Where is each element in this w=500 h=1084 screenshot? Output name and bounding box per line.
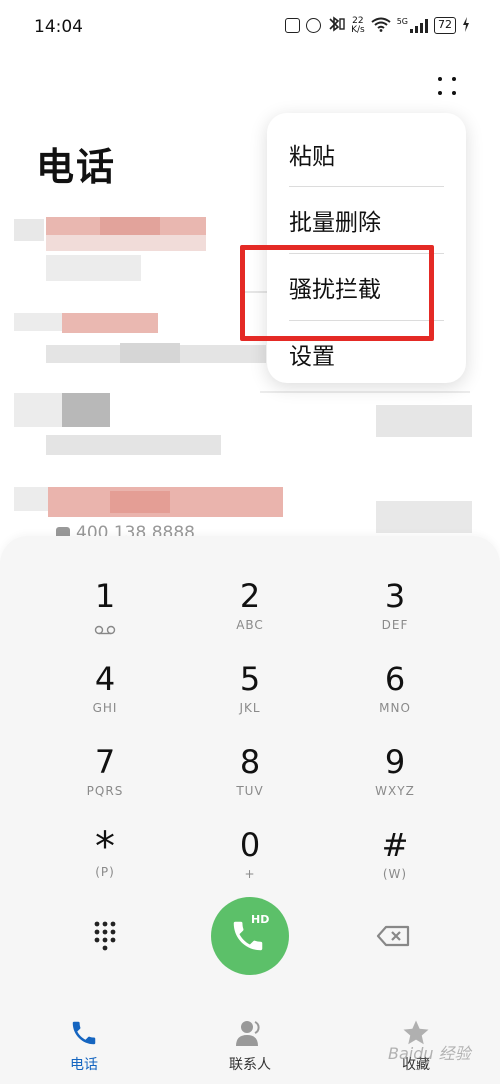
- key-digit: 2: [239, 577, 261, 615]
- status-time: 14:04: [34, 17, 83, 37]
- wifi-icon: [371, 17, 391, 35]
- battery-icon: 72: [434, 17, 456, 34]
- nav-tab-contacts[interactable]: 联系人: [190, 1012, 310, 1084]
- dialpad-grid-icon: [86, 921, 124, 958]
- key-9[interactable]: 9 WXYZ: [335, 742, 455, 818]
- key-letters: DEF: [381, 618, 409, 632]
- key-digit: #: [381, 826, 409, 864]
- key-hash[interactable]: # (W): [335, 825, 455, 901]
- key-letters: +: [244, 867, 256, 881]
- key-0[interactable]: 0 +: [190, 825, 310, 901]
- key-digit: 9: [384, 743, 406, 781]
- key-6[interactable]: 6 MNO: [335, 659, 455, 735]
- charging-icon: [462, 16, 470, 35]
- key-letters: TUV: [236, 784, 264, 798]
- call-button[interactable]: HD: [211, 897, 289, 975]
- network-type: 5G: [396, 17, 408, 26]
- key-digit: *: [95, 824, 115, 870]
- key-digit: 8: [239, 743, 261, 781]
- dialpad: 1 2 ABC 3 DEF 4 GHI 5 JKL 6 MNO 7 PQRS 8…: [0, 536, 500, 1084]
- backspace-icon: [374, 925, 414, 955]
- key-digit: 0: [239, 826, 261, 864]
- key-letters: GHI: [92, 701, 118, 715]
- key-digit: 7: [94, 743, 116, 781]
- phone-icon: [69, 1018, 99, 1048]
- key-4[interactable]: 4 GHI: [45, 659, 165, 735]
- key-5[interactable]: 5 JKL: [190, 659, 310, 735]
- nav-label: 电话: [70, 1057, 98, 1073]
- key-letters: MNO: [379, 701, 411, 715]
- key-3[interactable]: 3 DEF: [335, 576, 455, 652]
- key-letters: PQRS: [86, 784, 124, 798]
- status-icons: 22 K/s 5G 72: [285, 16, 470, 35]
- status-bar: 14:04 22 K/s 5G 72: [0, 0, 500, 56]
- menu-item-paste[interactable]: 粘贴: [289, 121, 444, 187]
- menu-item-batch-delete[interactable]: 批量删除: [289, 187, 444, 253]
- bluetooth-vibrate-icon: [327, 16, 345, 35]
- network-speed: 22 K/s: [351, 16, 365, 35]
- key-digit: 6: [384, 660, 406, 698]
- key-2[interactable]: 2 ABC: [190, 576, 310, 652]
- watermark: Baidu 经验: [388, 1044, 471, 1063]
- network-speed-unit: K/s: [351, 24, 365, 35]
- dialpad-toggle-button[interactable]: [86, 916, 124, 954]
- backspace-button[interactable]: [374, 921, 414, 951]
- key-letters: (P): [95, 865, 115, 879]
- nfc-icon: [285, 18, 301, 33]
- key-digit: 4: [94, 660, 116, 698]
- key-1[interactable]: 1: [45, 576, 165, 652]
- more-options-button[interactable]: [432, 70, 466, 104]
- voicemail-icon: [94, 620, 116, 639]
- highlight-annotation-box: [240, 245, 434, 341]
- key-letters: ABC: [236, 618, 264, 632]
- key-7[interactable]: 7 PQRS: [45, 742, 165, 818]
- hd-label: HD: [251, 913, 270, 926]
- signal-icon: [410, 18, 428, 33]
- nav-label: 联系人: [229, 1057, 271, 1073]
- key-letters: JKL: [239, 701, 261, 715]
- page-title: 电话: [36, 145, 117, 189]
- key-digit: 5: [239, 660, 261, 698]
- alarm-icon: [306, 18, 322, 33]
- key-digit: 3: [384, 577, 406, 615]
- key-star[interactable]: * (P): [45, 825, 165, 901]
- key-8[interactable]: 8 TUV: [190, 742, 310, 818]
- nav-tab-phone[interactable]: 电话: [24, 1012, 144, 1084]
- key-letters: (W): [382, 867, 408, 881]
- key-letters: WXYZ: [375, 784, 415, 798]
- contacts-icon: [235, 1018, 265, 1048]
- key-digit: 1: [94, 577, 116, 615]
